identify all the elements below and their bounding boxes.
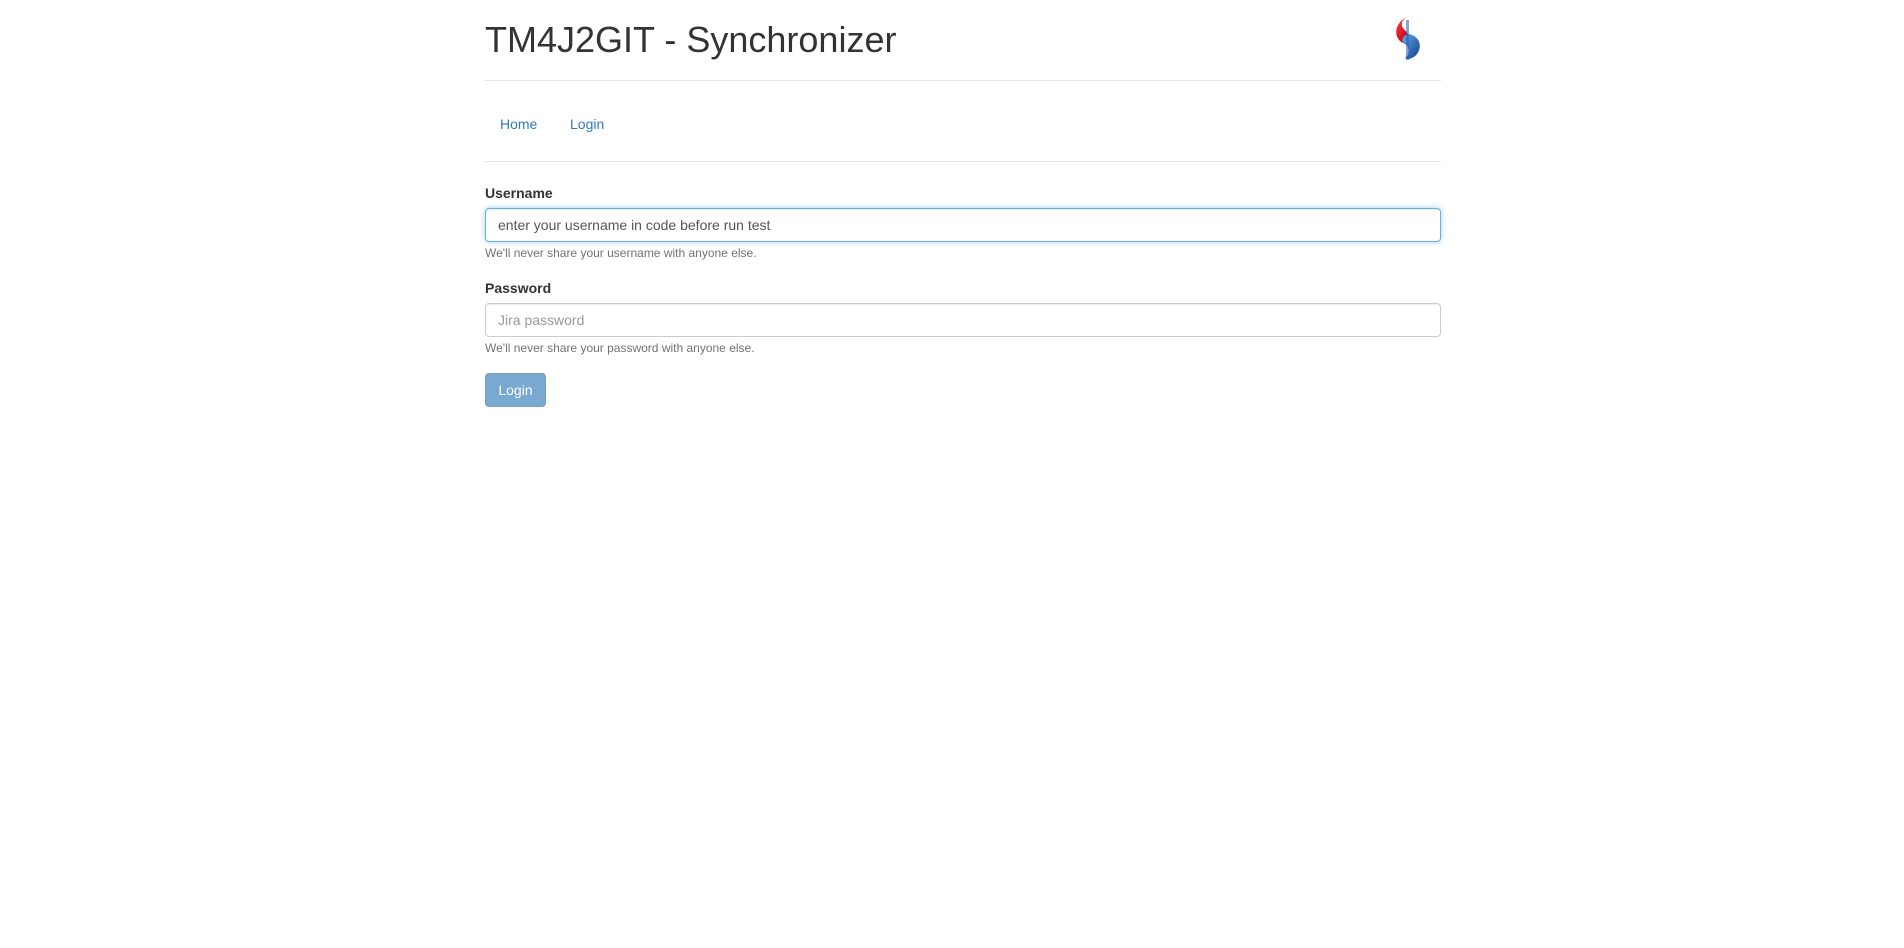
username-help-text: We'll never share your username with any… [485, 246, 757, 260]
nav-home-link[interactable]: Home [500, 114, 537, 134]
username-form-group: Username We'll never share your username… [485, 183, 1441, 261]
username-input[interactable] [485, 208, 1441, 242]
nav-login-link[interactable]: Login [570, 114, 604, 134]
username-label: Username [485, 185, 553, 201]
login-submit-button[interactable]: Login [485, 373, 546, 407]
page-title: TM4J2GIT - Synchronizer [485, 19, 897, 60]
swisscom-logo-icon [1396, 17, 1420, 60]
main-nav: Home Login [485, 81, 1441, 162]
password-form-group: Password We'll never share your password… [485, 278, 1441, 356]
password-label: Password [485, 280, 552, 296]
page-header: TM4J2GIT - Synchronizer [485, 0, 1441, 81]
password-input[interactable] [485, 303, 1441, 337]
password-help-text: We'll never share your password with any… [485, 341, 755, 355]
page-container: TM4J2GIT - Synchronizer Home Login Usern… [485, 0, 1441, 407]
